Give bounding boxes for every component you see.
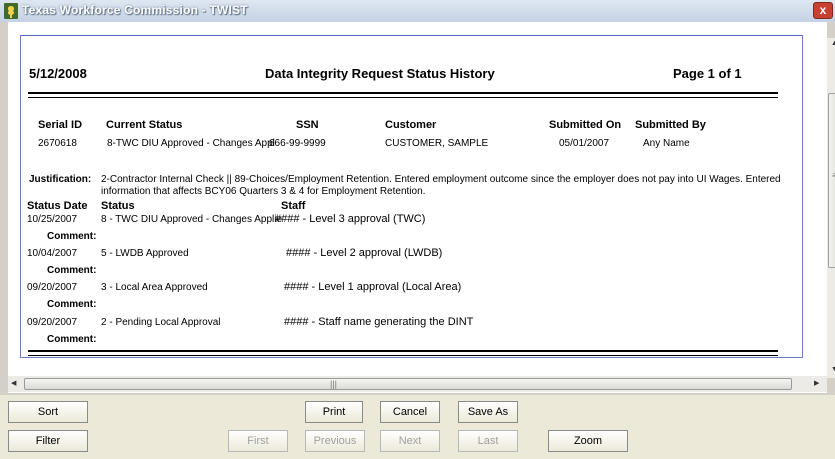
- history-staff: #### - Staff name generating the DINT: [284, 316, 474, 328]
- history-date: 09/20/2007: [27, 317, 78, 328]
- sort-button[interactable]: Sort: [8, 401, 88, 423]
- status-header: Status: [101, 200, 135, 212]
- history-status: 5 - LWDB Approved: [101, 248, 189, 259]
- button-bar: Sort Print Cancel Save As Filter First P…: [0, 395, 835, 459]
- scroll-left-icon[interactable]: ◀: [11, 379, 16, 387]
- cell-submitted-on: 05/01/2007: [559, 138, 610, 149]
- col-customer: Customer: [385, 119, 437, 131]
- history-status: 3 - Local Area Approved: [101, 282, 208, 293]
- report-top-border: [21, 35, 802, 36]
- report-title: Data Integrity Request Status History: [265, 66, 495, 81]
- col-current-status: Current Status: [106, 119, 183, 131]
- cancel-button[interactable]: Cancel: [380, 401, 440, 423]
- print-button[interactable]: Print: [305, 401, 363, 423]
- vertical-scrollbar[interactable]: ▲ ≡ ▼: [827, 38, 835, 378]
- col-submitted-on: Submitted On: [549, 119, 622, 131]
- header-rule: [28, 92, 778, 94]
- first-button[interactable]: First: [228, 430, 288, 452]
- cell-ssn: 666-99-9999: [269, 138, 326, 149]
- footer-rule: [28, 350, 778, 352]
- comment-label: Comment:: [47, 265, 97, 276]
- app-plant-icon: [4, 3, 18, 19]
- history-staff: #### - Level 1 approval (Local Area): [284, 281, 462, 293]
- justification-text: 2-Contractor Internal Check || 89-Choice…: [101, 174, 781, 197]
- col-ssn: SSN: [296, 119, 319, 131]
- window-title: Texas Workforce Commission - TWIST: [22, 3, 248, 17]
- scroll-down-icon[interactable]: ▼: [831, 366, 835, 373]
- history-status: 2 - Pending Local Approval: [101, 317, 221, 328]
- footer-rule-thin: [28, 355, 778, 356]
- report-date: 5/12/2008: [29, 66, 87, 81]
- cell-submitted-by: Any Name: [643, 138, 690, 149]
- horizontal-scroll-thumb[interactable]: |||: [24, 378, 792, 390]
- scroll-up-icon[interactable]: ▲: [831, 40, 835, 47]
- col-submitted-by: Submitted By: [635, 119, 706, 131]
- comment-label: Comment:: [47, 231, 97, 242]
- cell-current-status: 8-TWC DIU Approved - Changes Appl: [107, 138, 275, 149]
- zoom-button[interactable]: Zoom: [548, 430, 628, 452]
- title-bar: Texas Workforce Commission - TWIST x: [0, 0, 835, 22]
- next-button[interactable]: Next: [380, 430, 440, 452]
- grip-icon: |||: [330, 379, 338, 389]
- history-staff: #### - Level 3 approval (TWC): [275, 213, 426, 225]
- history-status: 8 - TWC DIU Approved - Changes Applie: [101, 214, 283, 225]
- history-staff: #### - Level 2 approval (LWDB): [286, 247, 443, 259]
- page-indicator: Page 1 of 1: [673, 66, 742, 81]
- report-page: 5/12/2008 Data Integrity Request Status …: [20, 35, 803, 358]
- cell-customer: CUSTOMER, SAMPLE: [385, 138, 489, 149]
- header-rule-thin: [28, 97, 778, 98]
- history-date: 10/25/2007: [27, 214, 78, 225]
- comment-label: Comment:: [47, 299, 97, 310]
- vertical-scroll-thumb[interactable]: ≡: [828, 93, 835, 268]
- staff-header: Staff: [281, 200, 306, 212]
- close-icon: x: [819, 3, 827, 17]
- history-date: 10/04/2007: [27, 248, 78, 259]
- col-serial-id: Serial ID: [38, 119, 83, 131]
- last-button[interactable]: Last: [458, 430, 518, 452]
- filter-button[interactable]: Filter: [8, 430, 88, 452]
- save-as-button[interactable]: Save As: [458, 401, 518, 423]
- history-date: 09/20/2007: [27, 282, 78, 293]
- previous-button[interactable]: Previous: [305, 430, 365, 452]
- comment-label: Comment:: [47, 334, 97, 345]
- status-date-header: Status Date: [27, 200, 88, 212]
- horizontal-scrollbar[interactable]: ◀ ||| ▶: [8, 376, 827, 392]
- cell-serial-id: 2670618: [38, 138, 77, 149]
- scroll-right-icon[interactable]: ▶: [814, 379, 819, 387]
- justification-label: Justification:: [29, 174, 92, 185]
- close-button[interactable]: x: [813, 2, 833, 19]
